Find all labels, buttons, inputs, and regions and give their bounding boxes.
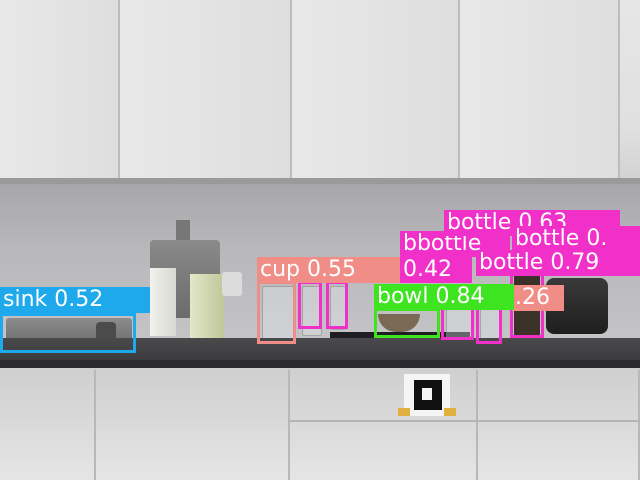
lower-door (96, 370, 290, 480)
lower-door (478, 370, 640, 480)
detection-label-sink: sink 0.52 (0, 287, 150, 313)
detection-label-bowl: bowl 0.84 (374, 284, 514, 310)
countertop-edge (0, 360, 640, 368)
detection-box-bowl (374, 308, 440, 338)
detection-box-bottle (298, 281, 322, 329)
drawer-line (290, 420, 640, 422)
cabinet-door (292, 0, 460, 178)
wall-socket (222, 272, 242, 296)
detection-label-bottle: 0.42 (400, 257, 472, 283)
detection-label-bottle: bottle 0. (512, 226, 640, 252)
tape (398, 408, 410, 416)
detection-box-bottle (326, 281, 348, 329)
milk-carton (150, 268, 176, 336)
detection-box-cup (257, 281, 296, 344)
juice-carton (190, 274, 224, 338)
detection-label-bottle: .26 (512, 285, 564, 311)
detection-label-cup: cup 0.55 (257, 257, 403, 283)
cabinet-door (460, 0, 620, 178)
lower-door (0, 370, 96, 480)
cabinet-door (120, 0, 292, 178)
tape (444, 408, 456, 416)
cabinet-door (0, 0, 120, 178)
fiducial-marker-pattern (422, 388, 432, 400)
detection-box-sink (0, 313, 136, 353)
detection-label-bottle: bottle 0.79 (476, 250, 640, 276)
